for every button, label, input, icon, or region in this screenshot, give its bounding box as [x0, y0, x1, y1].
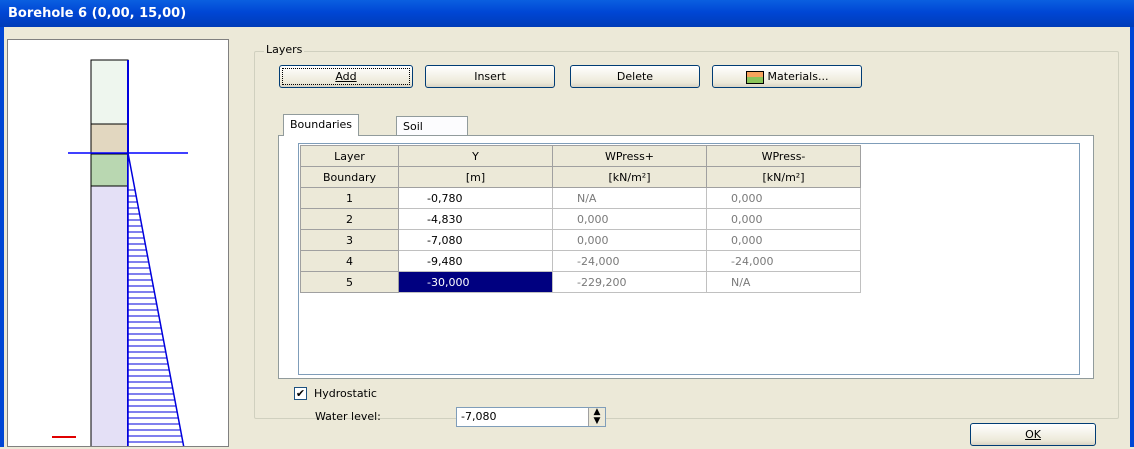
borehole-preview	[7, 39, 229, 449]
header-row-1: Layer Y WPress+ WPress-	[300, 145, 861, 167]
borehole-diagram	[52, 59, 188, 449]
header-row-2: Boundary [m] [kN/m²] [kN/m²]	[300, 166, 861, 188]
materials-icon	[745, 70, 764, 84]
tab-soil[interactable]: Soil	[396, 116, 468, 136]
cell-wpress-minus[interactable]: 0,000	[706, 208, 861, 230]
row-id: 4	[300, 250, 399, 272]
water-level-spinner[interactable]: ▲ ▼	[588, 408, 605, 426]
cell-y-selected[interactable]: -30,000	[398, 271, 553, 293]
title-bar[interactable]: Borehole 6 (0,00, 15,00)	[0, 0, 1134, 27]
header-boundary: Boundary	[300, 166, 399, 188]
table-row[interactable]: 1 -0,780 N/A 0,000	[300, 187, 861, 209]
cell-y[interactable]: -7,080	[398, 229, 553, 251]
cell-wpress-plus[interactable]: -229,200	[552, 271, 707, 293]
window-frame-left	[0, 27, 4, 447]
cell-wpress-plus[interactable]: -24,000	[552, 250, 707, 272]
header-wpress-plus-unit: [kN/m²]	[552, 166, 707, 188]
materials-button-label: Materials...	[767, 70, 829, 83]
layers-group-label: Layers	[264, 43, 305, 56]
layer-2-fill	[90, 123, 129, 155]
materials-button[interactable]: Materials...	[712, 65, 862, 88]
boundaries-table: Layer Y WPress+ WPress- Boundary [m] [kN…	[300, 145, 861, 293]
header-y-unit: [m]	[398, 166, 553, 188]
cell-wpress-minus[interactable]: 0,000	[706, 229, 861, 251]
row-id: 2	[300, 208, 399, 230]
cell-wpress-plus[interactable]: N/A	[552, 187, 707, 209]
add-button[interactable]: Add	[279, 65, 413, 88]
cell-y[interactable]: -4,830	[398, 208, 553, 230]
tab-boundaries-label: Boundaries	[290, 118, 353, 131]
header-wpress-plus[interactable]: WPress+	[552, 145, 707, 167]
ok-button[interactable]: OK	[970, 423, 1096, 446]
delete-button-label: Delete	[616, 70, 654, 83]
cell-wpress-minus[interactable]: N/A	[706, 271, 861, 293]
cell-wpress-minus[interactable]: -24,000	[706, 250, 861, 272]
cell-wpress-minus[interactable]: 0,000	[706, 187, 861, 209]
checkmark-icon: ✔	[295, 387, 306, 400]
water-pressure-diagram	[127, 152, 185, 449]
cell-y[interactable]: -0,780	[398, 187, 553, 209]
table-row[interactable]: 2 -4,830 0,000 0,000	[300, 208, 861, 230]
dialog-body: Layers Add Insert Delete Materials... Bo…	[0, 27, 1134, 449]
hydrostatic-checkbox[interactable]: ✔	[294, 387, 307, 400]
insert-button-label: Insert	[474, 70, 506, 83]
tab-boundaries[interactable]: Boundaries	[283, 114, 360, 136]
layer-4-fill	[90, 185, 129, 449]
water-level-value: -7,080	[461, 410, 497, 423]
water-level-label: Water level:	[315, 410, 381, 423]
row-id: 5	[300, 271, 399, 293]
table-row[interactable]: 3 -7,080 0,000 0,000	[300, 229, 861, 251]
add-button-label: Add	[335, 70, 357, 83]
cell-wpress-plus[interactable]: 0,000	[552, 229, 707, 251]
header-wpress-minus-unit: [kN/m²]	[706, 166, 861, 188]
table-row[interactable]: 4 -9,480 -24,000 -24,000	[300, 250, 861, 272]
window-title: Borehole 6 (0,00, 15,00)	[8, 6, 187, 21]
tab-soil-label: Soil	[403, 120, 423, 133]
row-id: 3	[300, 229, 399, 251]
ok-button-label: OK	[1025, 428, 1041, 441]
insert-button[interactable]: Insert	[425, 65, 555, 88]
table-row[interactable]: 5 -30,000 -229,200 N/A	[300, 271, 861, 293]
header-y[interactable]: Y	[398, 145, 553, 167]
delete-button[interactable]: Delete	[570, 65, 700, 88]
water-level-input[interactable]: -7,080 ▲ ▼	[456, 407, 606, 427]
cell-wpress-plus[interactable]: 0,000	[552, 208, 707, 230]
spin-down-icon[interactable]: ▼	[589, 417, 605, 426]
window-frame-right	[1130, 27, 1134, 447]
row-id: 1	[300, 187, 399, 209]
cell-y[interactable]: -9,480	[398, 250, 553, 272]
hydrostatic-label: Hydrostatic	[314, 387, 377, 400]
layer-3-fill	[90, 153, 129, 187]
header-wpress-minus[interactable]: WPress-	[706, 145, 861, 167]
header-layer[interactable]: Layer	[300, 145, 399, 167]
